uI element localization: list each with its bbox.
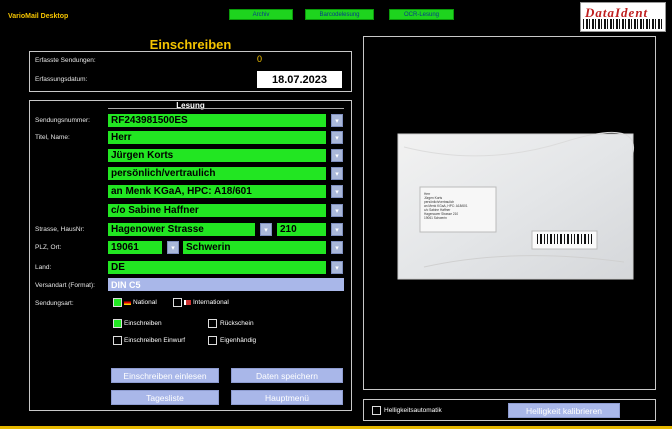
eigenhaendig-checkbox[interactable] xyxy=(208,336,217,345)
address-line3-dropdown-button[interactable]: ▾ xyxy=(331,167,343,180)
date-label: Erfassungsdatum: xyxy=(35,76,88,83)
address-line3-field[interactable]: persönlich/vertraulich xyxy=(108,167,326,180)
national-checkbox[interactable] xyxy=(113,298,122,307)
hausnr-field[interactable]: 210 xyxy=(277,223,326,236)
international-checkbox[interactable] xyxy=(173,298,182,307)
sendungsart-label: Sendungsart: xyxy=(35,300,74,307)
einschreiben-label[interactable]: Einschreiben xyxy=(124,320,162,327)
lesung-divider xyxy=(108,108,344,109)
dataident-logo: DataIdent xyxy=(580,2,666,32)
chevron-down-icon: ▾ xyxy=(335,152,339,160)
titel-field[interactable]: Herr xyxy=(108,131,326,144)
daten-speichern-button[interactable]: Daten speichern xyxy=(231,368,343,383)
chevron-down-icon: ▾ xyxy=(335,188,339,196)
national-label: National xyxy=(133,299,157,306)
tagesliste-button[interactable]: Tagesliste xyxy=(111,390,219,405)
versandart-select[interactable]: DIN C5 xyxy=(108,278,344,291)
ort-dropdown-button[interactable]: ▾ xyxy=(331,241,343,254)
plz-field[interactable]: 19061 xyxy=(108,241,162,254)
titel-name-label: Titel, Name: xyxy=(35,134,70,141)
ocr-lesung-button[interactable]: OCR-Lesung xyxy=(389,9,454,20)
name-field[interactable]: Jürgen Korts xyxy=(108,149,326,162)
einwurf-checkbox[interactable] xyxy=(113,336,122,345)
chevron-down-icon: ▾ xyxy=(335,170,339,178)
helligkeit-kalibrieren-button[interactable]: Helligkeit kalibrieren xyxy=(508,403,620,418)
versandart-value: DIN C5 xyxy=(111,279,141,290)
app-title: VarioMail Desktop xyxy=(8,13,69,20)
chevron-down-icon: ▾ xyxy=(335,134,339,142)
logo-stripes xyxy=(583,19,663,29)
land-dropdown-button[interactable]: ▾ xyxy=(331,261,343,274)
sendungsnummer-field[interactable]: RF243981500ES xyxy=(108,114,326,127)
scan-preview: Herr Jürgen Korts persönlich/vertraulich… xyxy=(363,36,656,390)
address-line5-dropdown-button[interactable]: ▾ xyxy=(331,204,343,217)
hausnr-dropdown-button[interactable]: ▾ xyxy=(331,223,343,236)
german-flag-icon xyxy=(124,299,131,305)
strasse-label: Strasse, HausNr: xyxy=(35,226,85,233)
international-flag-icon xyxy=(184,299,191,305)
date-field[interactable]: 18.07.2023 xyxy=(257,71,342,88)
address-line5-field[interactable]: c/o Sabine Haffner xyxy=(108,204,326,217)
rueckschein-checkbox[interactable] xyxy=(208,319,217,328)
rueckschein-label[interactable]: Rückschein xyxy=(220,320,254,327)
helligkeitsautomatik-checkbox[interactable] xyxy=(372,406,381,415)
eigenhaendig-label[interactable]: Eigenhändig xyxy=(220,337,256,344)
plz-ort-label: PLZ, Ort: xyxy=(35,244,62,251)
national-option[interactable]: National xyxy=(124,299,157,306)
einschreiben-einlesen-button[interactable]: Einschreiben einlesen xyxy=(111,368,219,383)
international-label: International xyxy=(193,299,229,306)
envelope-address-line: 19061 Schwerin xyxy=(424,216,447,220)
envelope-image xyxy=(397,131,634,280)
sendungsnummer-dropdown-button[interactable]: ▾ xyxy=(331,114,343,127)
einwurf-label[interactable]: Einschreiben Einwurf xyxy=(124,337,185,344)
plz-dropdown-button[interactable]: ▾ xyxy=(167,241,179,254)
envelope-address: Herr Jürgen Korts persönlich/vertraulich… xyxy=(424,192,468,220)
einschreiben-checkbox[interactable] xyxy=(113,319,122,328)
land-field[interactable]: DE xyxy=(108,261,326,274)
barcodelesung-button[interactable]: Barcodelesung xyxy=(305,9,374,20)
sendungsnummer-label: Sendungsnummer: xyxy=(35,117,90,124)
archiv-button[interactable]: Archiv xyxy=(229,9,293,20)
helligkeitsautomatik-label[interactable]: Helligkeitsautomatik xyxy=(384,407,442,414)
count-value: 0 xyxy=(257,54,263,64)
strasse-field[interactable]: Hagenower Strasse xyxy=(108,223,255,236)
chevron-down-icon: ▾ xyxy=(264,226,268,234)
chevron-down-icon: ▾ xyxy=(335,226,339,234)
titel-dropdown-button[interactable]: ▾ xyxy=(331,131,343,144)
chevron-down-icon: ▾ xyxy=(335,117,339,125)
count-label: Erfasste Sendungen: xyxy=(35,57,96,64)
address-line4-dropdown-button[interactable]: ▾ xyxy=(331,185,343,198)
address-line4-field[interactable]: an Menk KGaA, HPC: A18/601 xyxy=(108,185,326,198)
lesung-panel xyxy=(29,100,352,411)
strasse-dropdown-button[interactable]: ▾ xyxy=(260,223,272,236)
page-title: Einschreiben xyxy=(149,37,232,52)
chevron-down-icon: ▾ xyxy=(335,244,339,252)
international-option[interactable]: International xyxy=(184,299,229,306)
name-dropdown-button[interactable]: ▾ xyxy=(331,149,343,162)
ort-field[interactable]: Schwerin xyxy=(183,241,326,254)
versandart-label: Versandart (Format): xyxy=(35,282,95,289)
land-label: Land: xyxy=(35,264,52,271)
chevron-down-icon: ▾ xyxy=(335,264,339,272)
hauptmenue-button[interactable]: Hauptmenü xyxy=(231,390,343,405)
chevron-down-icon: ▾ xyxy=(171,244,175,252)
chevron-down-icon: ▾ xyxy=(335,207,339,215)
